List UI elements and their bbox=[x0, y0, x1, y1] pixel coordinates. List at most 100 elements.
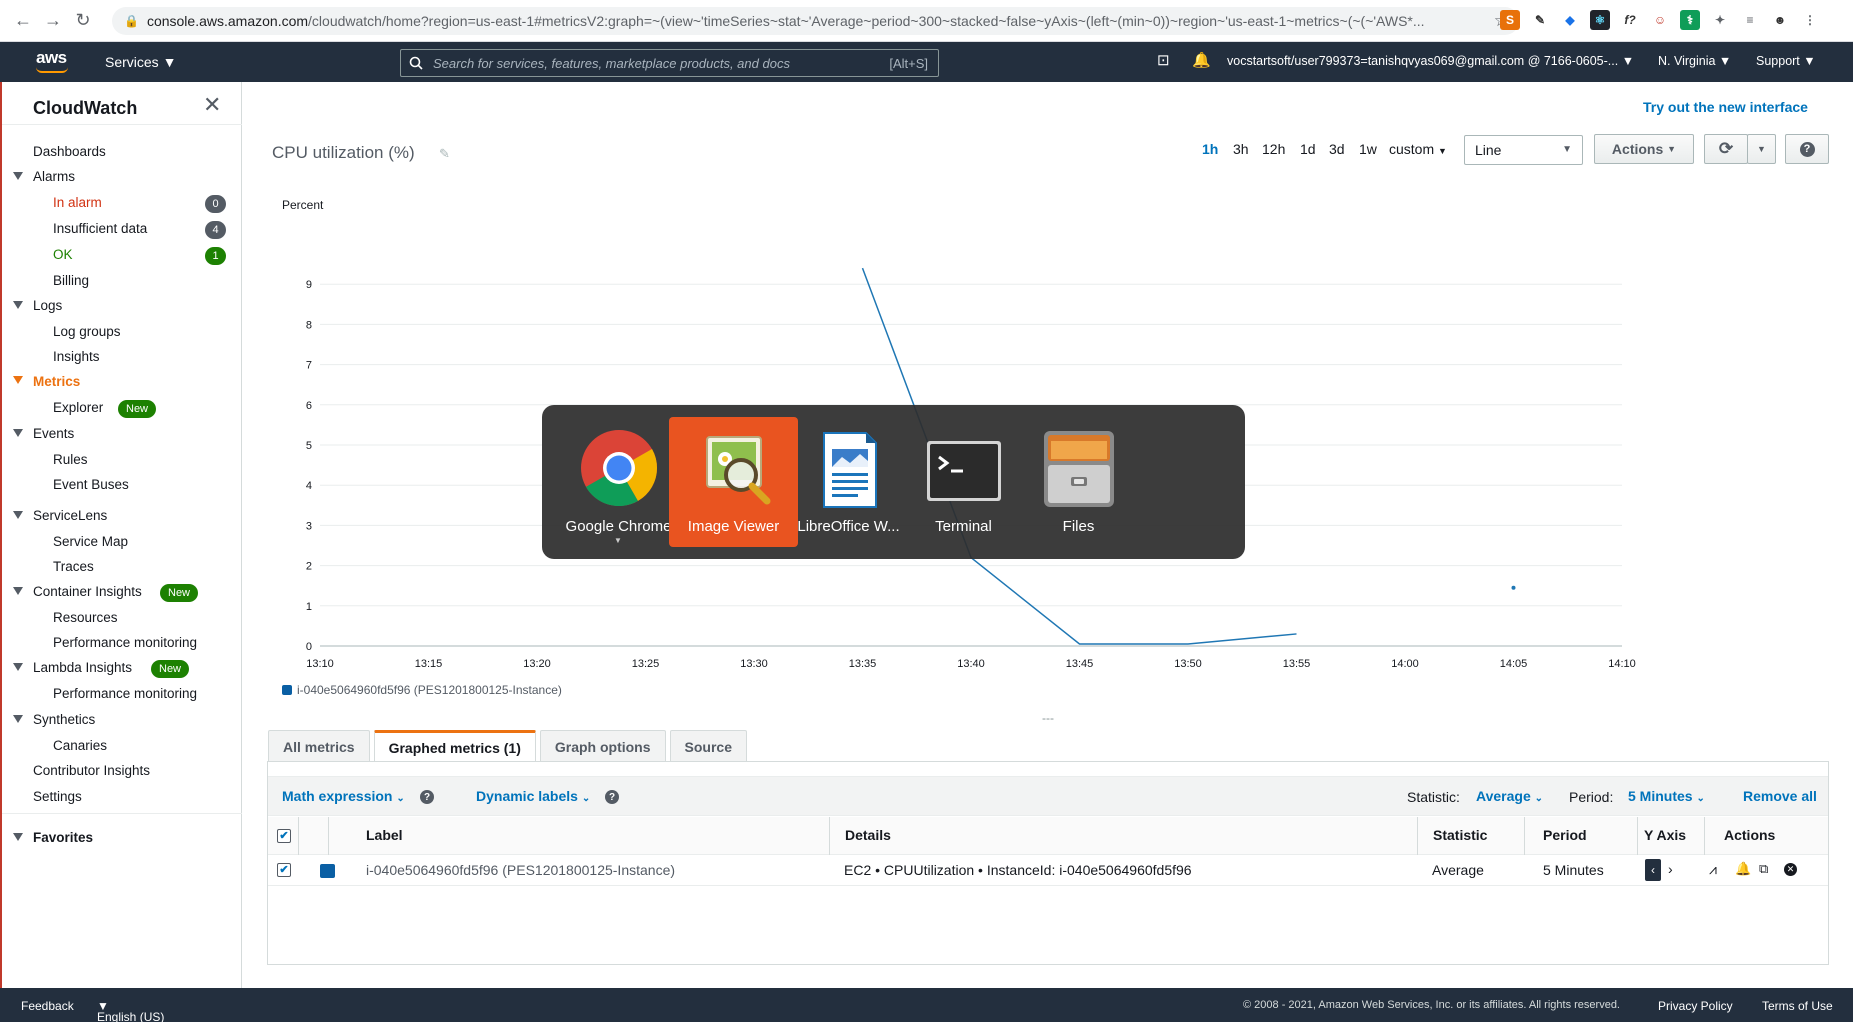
account-menu[interactable]: vocstartsoft/user799373=tanishqvyas069@g… bbox=[1227, 54, 1634, 68]
cloudshell-icon[interactable]: ⊡ bbox=[1157, 51, 1170, 69]
y-axis-left-icon[interactable]: ‹ bbox=[1645, 859, 1661, 881]
time-range-1h[interactable]: 1h bbox=[1202, 141, 1218, 157]
notifications-bell-icon[interactable]: 🔔 bbox=[1192, 51, 1211, 69]
sidebar-item-rules[interactable]: Rules bbox=[53, 452, 88, 467]
extension-icon[interactable]: ⚕ bbox=[1680, 10, 1700, 30]
sidebar-item-container-insights[interactable]: Container Insights bbox=[33, 584, 142, 599]
sidebar-item-favorites[interactable]: Favorites bbox=[33, 830, 93, 845]
remove-icon[interactable]: ✕ bbox=[1784, 863, 1797, 876]
chart-type-select[interactable]: Line ▼ bbox=[1464, 135, 1583, 165]
sidebar-item-billing[interactable]: Billing bbox=[53, 273, 89, 288]
metric-graph-icon[interactable]: ⩘ bbox=[1709, 861, 1717, 878]
column-header-y-axis[interactable]: Y Axis bbox=[1644, 827, 1686, 843]
caret-down-icon[interactable] bbox=[13, 833, 23, 841]
tab-graphed-metrics[interactable]: Graphed metrics (1) bbox=[373, 730, 536, 762]
sidebar-item-lambda-performance-monitoring[interactable]: Performance monitoring bbox=[53, 686, 197, 701]
series-color-swatch[interactable] bbox=[320, 864, 335, 878]
sidebar-item-traces[interactable]: Traces bbox=[53, 559, 94, 574]
column-header-period[interactable]: Period bbox=[1543, 827, 1587, 843]
sidebar-item-settings[interactable]: Settings bbox=[33, 789, 82, 804]
metric-period[interactable]: 5 Minutes bbox=[1543, 862, 1604, 878]
resize-handle[interactable]: --- bbox=[1042, 711, 1054, 725]
app-libreoffice-writer[interactable]: LibreOffice W... bbox=[784, 417, 913, 547]
tab-source[interactable]: Source bbox=[669, 730, 747, 762]
time-range-1w[interactable]: 1w bbox=[1359, 141, 1377, 157]
sidebar-item-metrics[interactable]: Metrics bbox=[33, 374, 80, 389]
row-checkbox[interactable]: ✔ bbox=[277, 863, 291, 877]
sidebar-item-contributor-insights[interactable]: Contributor Insights bbox=[33, 763, 150, 778]
help-icon[interactable]: ? bbox=[605, 790, 619, 804]
time-range-1d[interactable]: 1d bbox=[1300, 141, 1316, 157]
sidebar-item-log-groups[interactable]: Log groups bbox=[53, 324, 121, 339]
extension-icon[interactable]: ◆ bbox=[1560, 10, 1580, 30]
puzzle-icon[interactable]: ✦ bbox=[1710, 10, 1730, 30]
sidebar-item-insights[interactable]: Insights bbox=[53, 349, 100, 364]
sidebar-item-lambda-insights[interactable]: Lambda Insights bbox=[33, 660, 132, 675]
media-icon[interactable]: ≡ bbox=[1740, 10, 1760, 30]
caret-down-icon[interactable] bbox=[13, 376, 23, 384]
caret-down-icon[interactable] bbox=[13, 587, 23, 595]
sidebar-item-canaries[interactable]: Canaries bbox=[53, 738, 107, 753]
time-range-12h[interactable]: 12h bbox=[1262, 141, 1285, 157]
formula-icon[interactable]: f? bbox=[1620, 10, 1640, 30]
sidebar-item-dashboards[interactable]: Dashboards bbox=[33, 144, 106, 159]
color-picker-icon[interactable]: ✎ bbox=[1530, 10, 1550, 30]
app-terminal[interactable]: Terminal bbox=[899, 417, 1028, 547]
metric-statistic[interactable]: Average bbox=[1432, 862, 1484, 878]
metric-label[interactable]: i-040e5064960fd5f96 (PES1201800125-Insta… bbox=[366, 862, 675, 878]
menu-kebab-icon[interactable]: ⋮ bbox=[1800, 10, 1820, 30]
sidebar-item-insufficient-data[interactable]: Insufficient data bbox=[53, 221, 147, 236]
services-menu-button[interactable]: Services ▼ bbox=[105, 54, 176, 70]
sidebar-item-container-performance-monitoring[interactable]: Performance monitoring bbox=[53, 635, 197, 650]
column-header-label[interactable]: Label bbox=[366, 827, 403, 843]
language-selector[interactable]: English (US) ▼ bbox=[97, 999, 164, 1022]
caret-down-icon[interactable] bbox=[13, 429, 23, 437]
tab-graph-options[interactable]: Graph options bbox=[539, 730, 666, 762]
reload-icon[interactable]: ↻ bbox=[70, 8, 96, 34]
tab-all-metrics[interactable]: All metrics bbox=[268, 730, 370, 762]
forward-icon[interactable]: → bbox=[40, 8, 66, 34]
sidebar-item-alarms[interactable]: Alarms bbox=[33, 169, 75, 184]
help-icon[interactable]: ? bbox=[420, 790, 434, 804]
caret-down-icon[interactable] bbox=[13, 301, 23, 309]
extension-icon[interactable]: S bbox=[1500, 10, 1520, 30]
app-files[interactable]: Files bbox=[1014, 417, 1143, 547]
region-menu[interactable]: N. Virginia ▼ bbox=[1658, 54, 1731, 68]
back-icon[interactable]: ← bbox=[10, 8, 36, 34]
app-google-chrome[interactable]: Google Chrome ▼ bbox=[554, 417, 683, 547]
caret-down-icon[interactable] bbox=[13, 663, 23, 671]
app-image-viewer[interactable]: Image Viewer bbox=[669, 417, 798, 547]
refresh-button[interactable]: ⟳ bbox=[1704, 134, 1748, 164]
caret-down-icon[interactable] bbox=[13, 172, 23, 180]
sidebar-item-synthetics[interactable]: Synthetics bbox=[33, 712, 95, 727]
column-header-statistic[interactable]: Statistic bbox=[1433, 827, 1487, 843]
dynamic-labels-dropdown[interactable]: Dynamic labels ⌄ bbox=[476, 788, 590, 804]
copy-icon[interactable]: ⧉ bbox=[1759, 861, 1768, 877]
terms-of-use-link[interactable]: Terms of Use bbox=[1762, 999, 1833, 1013]
profile-avatar-icon[interactable]: ☻ bbox=[1770, 10, 1790, 30]
period-dropdown[interactable]: 5 Minutes ⌄ bbox=[1628, 788, 1705, 804]
sidebar-item-events[interactable]: Events bbox=[33, 426, 74, 441]
feedback-link[interactable]: Feedback bbox=[21, 999, 74, 1013]
caret-down-icon[interactable] bbox=[13, 511, 23, 519]
support-menu[interactable]: Support ▼ bbox=[1756, 54, 1816, 68]
sidebar-item-resources[interactable]: Resources bbox=[53, 610, 118, 625]
statistic-dropdown[interactable]: Average ⌄ bbox=[1476, 788, 1543, 804]
edit-pencil-icon[interactable]: ✎ bbox=[439, 146, 450, 162]
sidebar-item-servicelens[interactable]: ServiceLens bbox=[33, 508, 107, 523]
react-icon[interactable]: ⚛ bbox=[1590, 10, 1610, 30]
aws-logo[interactable]: aws bbox=[36, 48, 67, 68]
caret-down-icon[interactable] bbox=[13, 715, 23, 723]
remove-all-link[interactable]: Remove all bbox=[1743, 788, 1817, 804]
refresh-options-button[interactable]: ▼ bbox=[1747, 134, 1776, 164]
global-search-input[interactable]: Search for services, features, marketpla… bbox=[400, 49, 939, 77]
column-header-actions[interactable]: Actions bbox=[1724, 827, 1775, 843]
column-header-details[interactable]: Details bbox=[845, 827, 891, 843]
actions-button[interactable]: Actions ▼ bbox=[1594, 134, 1694, 164]
sidebar-item-in-alarm[interactable]: In alarm bbox=[53, 195, 102, 210]
address-bar[interactable]: 🔒 console.aws.amazon.com/cloudwatch/home… bbox=[112, 7, 1519, 35]
extension-icon[interactable]: ☺ bbox=[1650, 10, 1670, 30]
time-range-3d[interactable]: 3d bbox=[1329, 141, 1345, 157]
sidebar-item-event-buses[interactable]: Event Buses bbox=[53, 477, 129, 492]
chart-legend[interactable]: i-040e5064960fd5f96 (PES1201800125-Insta… bbox=[282, 683, 562, 697]
